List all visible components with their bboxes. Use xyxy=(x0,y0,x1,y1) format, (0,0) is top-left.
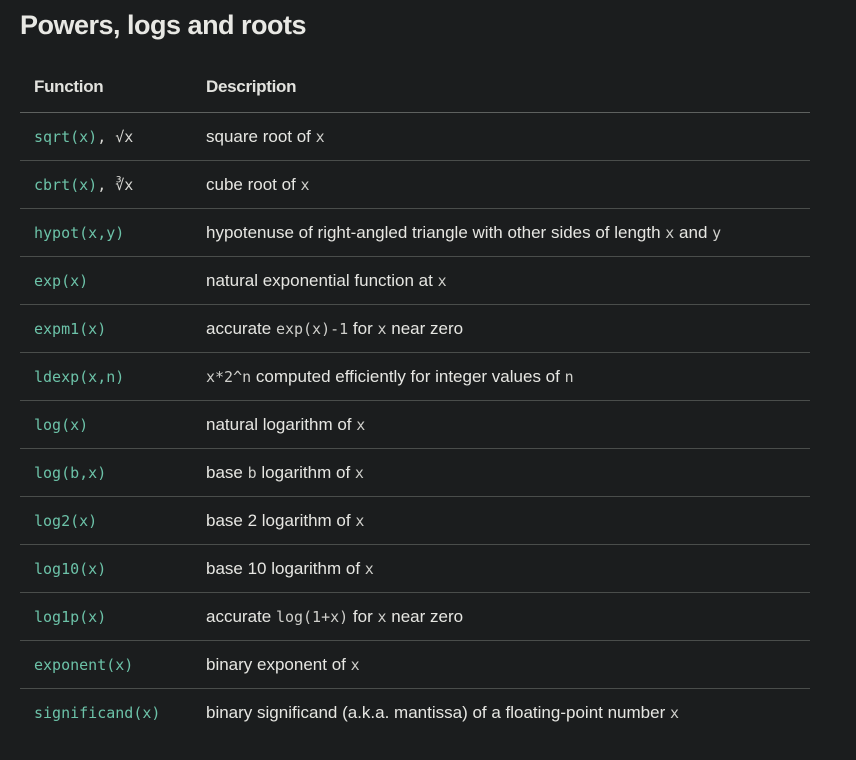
description-cell: base 10 logarithm of x xyxy=(192,545,810,593)
description-cell: base 2 logarithm of x xyxy=(192,497,810,545)
function-cell: significand(x) xyxy=(20,689,192,737)
table-row: exp(x) natural exponential function at x xyxy=(20,257,810,305)
code-text: x xyxy=(437,271,447,290)
text: cube root of xyxy=(206,174,301,194)
table-row: log2(x) base 2 logarithm of x xyxy=(20,497,810,545)
description-cell: binary significand (a.k.a. mantissa) of … xyxy=(192,689,810,737)
code-text: log10(x) xyxy=(34,559,107,578)
description-cell: x*2^n computed efficiently for integer v… xyxy=(192,353,810,401)
function-cell: exponent(x) xyxy=(20,641,192,689)
description-cell: natural exponential function at x xyxy=(192,257,810,305)
text: computed efficiently for integer values … xyxy=(251,366,565,386)
code-text: significand(x) xyxy=(34,703,161,722)
text: for xyxy=(348,606,378,626)
code-text: b xyxy=(247,463,257,482)
description-cell: base b logarithm of x xyxy=(192,449,810,497)
text: base xyxy=(206,462,248,482)
code-text: x xyxy=(354,463,364,482)
code-text: ldexp(x,n) xyxy=(34,367,125,386)
table-row: log10(x) base 10 logarithm of x xyxy=(20,545,810,593)
description-cell: binary exponent of x xyxy=(192,641,810,689)
functions-table: Function Description sqrt(x), √x square r… xyxy=(20,62,810,737)
code-text: cbrt(x) xyxy=(34,175,98,194)
code-text: log1p(x) xyxy=(34,607,107,626)
table-row: significand(x) binary significand (a.k.a.… xyxy=(20,689,810,737)
table-row: expm1(x) accurate exp(x)-1 for x near zer… xyxy=(20,305,810,353)
text: square root of xyxy=(206,126,316,146)
code-text: x xyxy=(669,703,679,722)
table-row: exponent(x) binary exponent of x xyxy=(20,641,810,689)
text: binary significand (a.k.a. mantissa) of … xyxy=(206,702,670,722)
code-text: log2(x) xyxy=(34,511,98,530)
table-row: log(x) natural logarithm of x xyxy=(20,401,810,449)
section-title: Powers, logs and roots xyxy=(20,10,307,40)
table-row: log1p(x) accurate log(1+x) for x near zer… xyxy=(20,593,810,641)
code-text: x xyxy=(300,175,310,194)
function-cell: log2(x) xyxy=(20,497,192,545)
code-text: x*2^n xyxy=(206,367,252,386)
code-text: log(b,x) xyxy=(34,463,107,482)
code-text: x xyxy=(315,127,325,146)
table-body: sqrt(x), √x square root of x cbrt(x), ∛x cu… xyxy=(20,113,810,737)
code-text: expm1(x) xyxy=(34,319,107,338)
table-header-row: Function Description xyxy=(20,62,810,113)
code-text: exp(x) xyxy=(34,271,89,290)
code-text: log(x) xyxy=(34,415,89,434)
table-row: cbrt(x), ∛x cube root of x xyxy=(20,161,810,209)
text: accurate xyxy=(206,606,276,626)
function-cell: ldexp(x,n) xyxy=(20,353,192,401)
code-text: hypot(x,y) xyxy=(34,223,125,242)
code-text: exponent(x) xyxy=(34,655,134,674)
code-text: n xyxy=(564,367,574,386)
text: accurate xyxy=(206,318,276,338)
text: for xyxy=(348,318,378,338)
description-cell: accurate exp(x)-1 for x near zero xyxy=(192,305,810,353)
text: and xyxy=(674,222,713,242)
function-cell: hypot(x,y) xyxy=(20,209,192,257)
table-row: ldexp(x,n) x*2^n computed efficiently for… xyxy=(20,353,810,401)
text: natural exponential function at xyxy=(206,270,438,290)
code-text: x xyxy=(355,511,365,530)
description-cell: accurate log(1+x) for x near zero xyxy=(192,593,810,641)
text: , ∛x xyxy=(97,175,134,194)
text: base 10 logarithm of xyxy=(206,558,365,578)
table-row: hypot(x,y) hypotenuse of right-angled tri… xyxy=(20,209,810,257)
description-cell: hypotenuse of right-angled triangle with… xyxy=(192,209,810,257)
description-cell: square root of x xyxy=(192,113,810,161)
text: hypotenuse of right-angled triangle with… xyxy=(206,222,666,242)
text: natural logarithm of xyxy=(206,414,357,434)
text: binary exponent of xyxy=(206,654,351,674)
text: near zero xyxy=(386,606,464,626)
description-cell: cube root of x xyxy=(192,161,810,209)
code-text: sqrt(x) xyxy=(34,127,98,146)
code-text: x xyxy=(364,559,374,578)
code-text: x xyxy=(356,415,366,434)
text: base 2 logarithm of xyxy=(206,510,356,530)
code-text: x xyxy=(665,223,675,242)
header-function: Function xyxy=(34,77,104,96)
function-cell: log(b,x) xyxy=(20,449,192,497)
code-text: y xyxy=(712,223,722,242)
description-cell: natural logarithm of x xyxy=(192,401,810,449)
table-row: sqrt(x), √x square root of x xyxy=(20,113,810,161)
function-cell: cbrt(x), ∛x xyxy=(20,161,192,209)
code-text: x xyxy=(377,607,387,626)
text: logarithm of xyxy=(256,462,355,482)
code-text: x xyxy=(350,655,360,674)
function-cell: log(x) xyxy=(20,401,192,449)
text: near zero xyxy=(386,318,464,338)
function-cell: log10(x) xyxy=(20,545,192,593)
code-text: exp(x)-1 xyxy=(275,319,349,338)
table-row: log(b,x) base b logarithm of x xyxy=(20,449,810,497)
code-text: x xyxy=(377,319,387,338)
function-cell: exp(x) xyxy=(20,257,192,305)
function-cell: sqrt(x), √x xyxy=(20,113,192,161)
function-cell: log1p(x) xyxy=(20,593,192,641)
header-description: Description xyxy=(206,77,297,96)
code-text: log(1+x) xyxy=(275,607,349,626)
function-cell: expm1(x) xyxy=(20,305,192,353)
text: , √x xyxy=(97,127,134,146)
